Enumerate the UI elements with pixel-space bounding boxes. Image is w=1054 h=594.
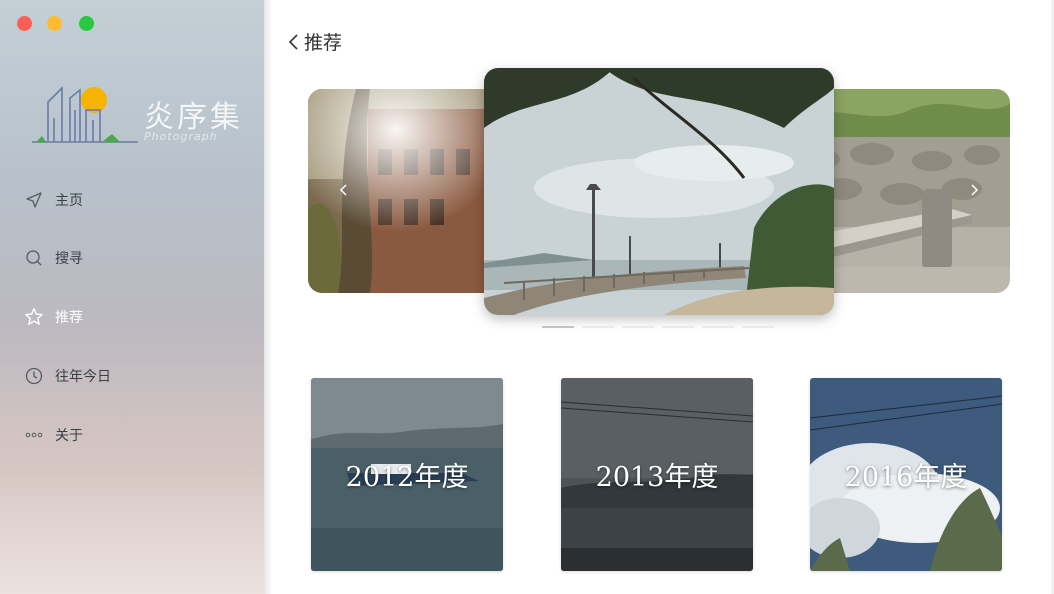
sidebar-item-label: 主页 xyxy=(55,193,83,209)
sidebar-item-home[interactable]: 主页 xyxy=(0,180,264,220)
sidebar-item-label: 推荐 xyxy=(55,310,83,326)
chevron-right-icon xyxy=(971,184,979,196)
star-icon xyxy=(24,307,44,327)
carousel-indicator[interactable] xyxy=(542,326,574,328)
year-label: 2013年度 xyxy=(595,462,719,493)
chevron-left-icon xyxy=(339,184,347,196)
carousel-indicator[interactable] xyxy=(582,326,614,328)
clock-icon xyxy=(24,366,44,386)
search-icon xyxy=(24,248,44,268)
app-logo-subtitle: Photograph xyxy=(144,130,218,143)
sidebar-item-label: 关于 xyxy=(55,428,83,444)
carousel-prev-button[interactable] xyxy=(332,178,356,202)
sidebar-item-recommend[interactable]: 推荐 xyxy=(0,297,264,337)
carousel-next-button[interactable] xyxy=(962,178,986,202)
sidebar-item-label: 往年今日 xyxy=(55,369,111,385)
main-content: 推荐 2012年度 2013年度 2016年度 xyxy=(272,0,1054,594)
carousel-slide-active[interactable] xyxy=(484,68,834,315)
year-label: 2012年度 xyxy=(345,462,469,493)
send-arrow-icon xyxy=(24,190,44,210)
carousel-indicator[interactable] xyxy=(662,326,694,328)
more-dots-icon xyxy=(24,425,44,445)
city-sun-logo-icon xyxy=(32,86,138,143)
year-card-2012[interactable]: 2012年度 xyxy=(311,378,503,571)
carousel-indicator[interactable] xyxy=(702,326,734,328)
carousel-indicator[interactable] xyxy=(742,326,774,328)
year-label: 2016年度 xyxy=(844,462,968,493)
sidebar-shadow xyxy=(264,0,272,594)
window-close-button[interactable] xyxy=(17,16,32,31)
window-maximize-button[interactable] xyxy=(79,16,94,31)
year-card-2016[interactable]: 2016年度 xyxy=(810,378,1002,571)
carousel-indicator[interactable] xyxy=(622,326,654,328)
sidebar-item-label: 搜寻 xyxy=(55,251,83,267)
sidebar-item-history[interactable]: 往年今日 xyxy=(0,356,264,396)
photo-carousel xyxy=(272,0,1054,340)
year-card-2013[interactable]: 2013年度 xyxy=(561,378,753,571)
carousel-indicators xyxy=(542,326,774,328)
window-minimize-button[interactable] xyxy=(47,16,62,31)
sidebar: 炎序集 Photograph 主页 搜寻 推荐 往年今日 关于 xyxy=(0,0,264,594)
sidebar-item-about[interactable]: 关于 xyxy=(0,415,264,455)
sidebar-item-search[interactable]: 搜寻 xyxy=(0,238,264,278)
